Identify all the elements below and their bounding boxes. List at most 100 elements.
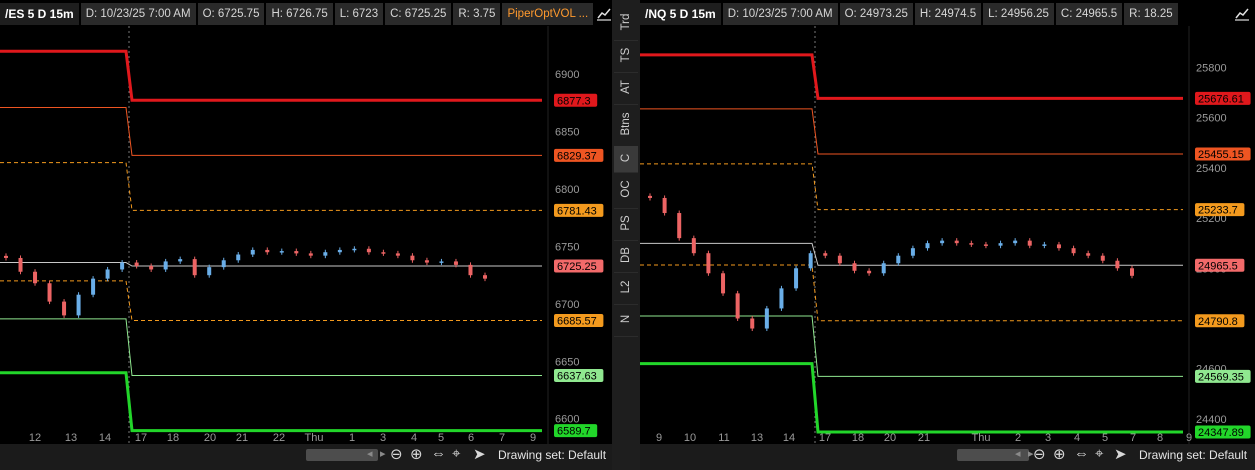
candle-body xyxy=(250,249,255,255)
nq-cursor-icon[interactable]: ➤ xyxy=(1114,445,1127,463)
candle-body xyxy=(149,266,154,270)
candle-body xyxy=(779,288,784,309)
es-drawing-set-label[interactable]: Drawing set: Default xyxy=(498,448,606,462)
price-level-flag-label: 24965.5 xyxy=(1198,260,1238,272)
candle-body xyxy=(910,248,915,256)
x-tick-label: 20 xyxy=(204,432,216,444)
candle-body xyxy=(852,263,857,271)
candle-body xyxy=(424,260,429,263)
price-level-flag-label: 24790.8 xyxy=(1198,316,1238,328)
candle-body xyxy=(706,253,711,274)
es-scroll-left-icon[interactable]: ◂ xyxy=(367,447,373,460)
candle-body xyxy=(1115,260,1120,269)
candle-body xyxy=(764,308,769,329)
es-symbol-label[interactable]: /ES 5 D 15m xyxy=(0,3,79,25)
candle-body xyxy=(366,248,371,253)
candle-body xyxy=(954,240,959,244)
candle-body xyxy=(794,268,799,289)
nq-symbol-label[interactable]: /NQ 5 D 15m xyxy=(640,3,721,25)
x-tick-label: 9 xyxy=(530,432,536,444)
nq-chart-style-icon[interactable] xyxy=(1229,3,1255,25)
nq-zoom-out-icon[interactable]: ⊖ xyxy=(1033,445,1046,463)
es-price-chart[interactable]: 6600 6650 6700 6750 6800 6850 6900 6877.3 6829.3… xyxy=(0,26,612,444)
x-tick-label: 21 xyxy=(236,432,248,444)
candle-body xyxy=(468,264,473,276)
price-level-flag-label: 25676.61 xyxy=(1198,93,1244,105)
x-tick-label: 14 xyxy=(783,432,795,444)
nq-high-label: H: 24974.5 xyxy=(914,3,982,25)
x-tick-label: 22 xyxy=(273,432,285,444)
sidebar-tab-label: N xyxy=(620,314,632,324)
candle-body xyxy=(410,255,415,261)
candle-body xyxy=(207,267,212,276)
es-cursor-icon[interactable]: ➤ xyxy=(473,445,486,463)
candle-body xyxy=(881,263,886,274)
es-chart-style-icon[interactable] xyxy=(595,3,612,25)
es-zoom-out-icon[interactable]: ⊖ xyxy=(390,445,403,463)
x-tick-label: 9 xyxy=(1186,432,1192,444)
y-tick-label: 6700 xyxy=(555,299,579,311)
candle-body xyxy=(808,253,813,269)
sidebar-tab-n[interactable]: N xyxy=(614,304,638,337)
x-tick-label: Thu xyxy=(305,432,324,444)
nq-range-label: R: 18.25 xyxy=(1124,3,1178,25)
candle-body xyxy=(677,213,682,239)
candle-body xyxy=(1086,253,1091,256)
y-tick-label: 25400 xyxy=(1196,163,1227,175)
candle-body xyxy=(337,249,342,253)
candle-body xyxy=(395,253,400,256)
y-tick-label: 6800 xyxy=(555,184,579,196)
candle-body xyxy=(163,261,168,270)
candle-body xyxy=(439,261,444,263)
sidebar-tab-at[interactable]: AT xyxy=(614,72,638,105)
es-crosshair-icon[interactable]: ⌖ xyxy=(452,445,460,462)
candle-body xyxy=(691,238,696,254)
candle-body xyxy=(867,270,872,274)
price-level-flag-label: 6725.25 xyxy=(557,261,597,273)
es-chart-panel: /ES 5 D 15m D: 10/23/25 7:00 AM O: 6725.… xyxy=(0,0,612,470)
nq-drawing-set-label[interactable]: Drawing set: Default xyxy=(1139,448,1247,462)
es-pan-icon[interactable]: ⇔ xyxy=(431,445,446,462)
nq-zoom-in-icon[interactable]: ⊕ xyxy=(1053,445,1066,463)
nq-crosshair-icon[interactable]: ⌖ xyxy=(1095,445,1103,462)
nq-price-chart[interactable]: 2440024600250002520025400256002580025676… xyxy=(640,26,1255,444)
es-low-label: L: 6723 xyxy=(334,3,384,25)
candle-body xyxy=(265,249,270,253)
x-tick-label: 9 xyxy=(656,432,662,444)
es-range-label: R: 3.75 xyxy=(453,3,501,25)
price-level-flag-label: 6685.57 xyxy=(557,315,597,327)
candle-body xyxy=(983,244,988,246)
price-level-flag-label: 6781.43 xyxy=(557,205,597,217)
candle-body xyxy=(940,240,945,244)
candle-body xyxy=(998,243,1003,246)
y-tick-label: 6850 xyxy=(555,127,579,139)
x-tick-label: 14 xyxy=(99,432,111,444)
es-scroll-right-icon[interactable]: ▸ xyxy=(380,447,386,460)
x-tick-label: 7 xyxy=(1130,432,1136,444)
candle-body xyxy=(1071,248,1076,254)
x-tick-label: 13 xyxy=(751,432,763,444)
candle-body xyxy=(221,260,226,268)
candle-body xyxy=(134,262,139,267)
candle-body xyxy=(76,294,81,316)
nq-pan-icon[interactable]: ⇔ xyxy=(1074,445,1089,462)
nq-scroll-left-icon[interactable]: ◂ xyxy=(1015,447,1021,460)
es-study-label[interactable]: PiperOptVOL ... xyxy=(502,3,594,25)
candle-body xyxy=(308,253,313,256)
price-level-flag-label: 6877.3 xyxy=(557,95,591,107)
x-tick-label: 4 xyxy=(1074,432,1080,444)
nq-footer: ◂ ▸ ⊖ ⊕ ⇔ ⌖ ➤ Drawing set: Default xyxy=(640,444,1255,470)
es-zoom-in-icon[interactable]: ⊕ xyxy=(410,445,423,463)
x-tick-label: 3 xyxy=(380,432,386,444)
candle-body xyxy=(1130,268,1134,276)
es-close-label: C: 6725.25 xyxy=(385,3,452,25)
x-tick-label: 4 xyxy=(411,432,417,444)
candle-body xyxy=(105,269,110,279)
x-tick-label: 1 xyxy=(349,432,355,444)
x-tick-label: 2 xyxy=(1015,432,1021,444)
candle-body xyxy=(381,252,386,254)
candle-body xyxy=(120,262,125,270)
nq-header: /NQ 5 D 15m D: 10/23/25 7:00 AM O: 24973… xyxy=(640,3,1255,25)
candle-body xyxy=(453,261,458,265)
price-level-flag-label: 6829.37 xyxy=(557,150,597,162)
